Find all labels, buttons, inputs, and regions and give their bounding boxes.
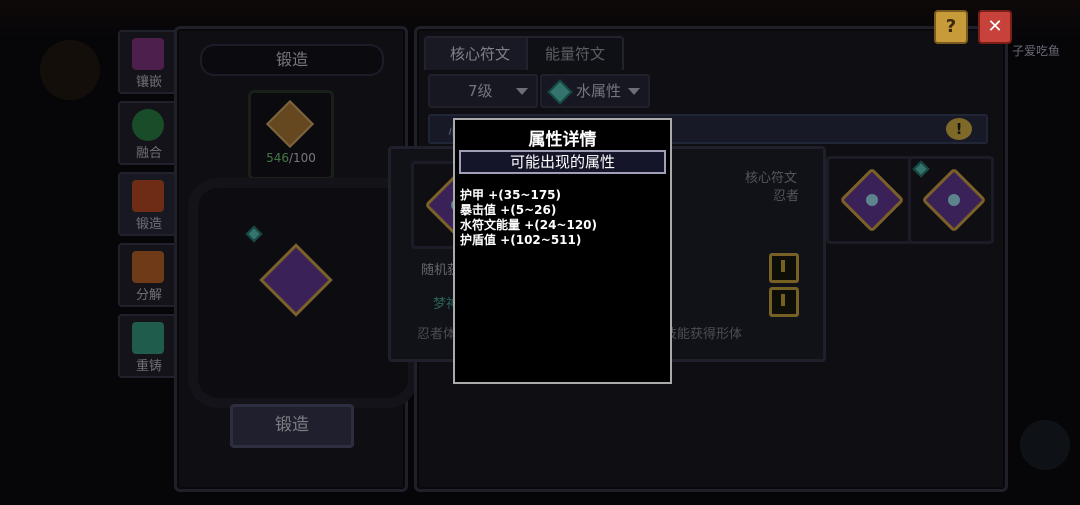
player-name: 子爱吃鱼 — [1012, 44, 1061, 58]
material-total: /100 — [288, 151, 316, 165]
vase-icon — [132, 38, 164, 70]
popup-title: 属性详情 — [528, 130, 597, 150]
material-current: 546 — [266, 151, 289, 165]
rune-card[interactable] — [826, 156, 912, 244]
element-value: 水属性 — [576, 82, 622, 100]
fusion-icon — [132, 109, 164, 141]
help-button[interactable]: ? — [934, 10, 968, 44]
rune-core — [945, 191, 963, 209]
crystal-icon — [132, 322, 164, 354]
side-tab-inlay[interactable]: 镶嵌 — [118, 30, 180, 94]
background-decoration — [1020, 420, 1070, 470]
attribute-detail-popup: 属性详情 可能出现的属性 护甲 +(35~175) 暴击值 +(5~26) 水符… — [453, 118, 672, 384]
popup-subtitle: 可能出现的属性 — [459, 150, 666, 174]
rune-icon — [839, 167, 905, 233]
side-tab-fusion[interactable]: 融合 — [118, 101, 180, 165]
anvil-icon — [132, 180, 164, 212]
water-element-icon — [547, 79, 573, 105]
side-tab-label: 重铸 — [135, 359, 162, 374]
forge-button[interactable]: 锻造 — [230, 404, 354, 448]
material-count: 546/100 — [251, 151, 331, 165]
chevron-down-icon — [628, 88, 640, 95]
rune-icon — [259, 243, 333, 317]
lock-icon[interactable] — [769, 253, 799, 283]
side-tab-label: 镶嵌 — [135, 75, 162, 90]
info-alert-icon[interactable]: ! — [946, 118, 972, 140]
rune-owner-label: 忍者 — [773, 189, 800, 204]
tab-core-rune[interactable]: 核心符文 — [424, 36, 536, 70]
side-tab-forge[interactable]: 锻造 — [118, 172, 180, 236]
side-tab-recast[interactable]: 重铸 — [118, 314, 180, 378]
close-button[interactable]: ✕ — [978, 10, 1012, 44]
rune-icon — [921, 167, 987, 233]
lock-icon[interactable] — [769, 287, 799, 317]
side-tab-label: 融合 — [135, 146, 162, 161]
material-icon — [265, 99, 315, 149]
element-gem-icon — [245, 225, 263, 243]
level-value: 7级 — [468, 82, 493, 100]
side-tab-decompose[interactable]: 分解 — [118, 243, 180, 307]
background-decoration — [40, 40, 100, 100]
attribute-line: 护盾值 +(102~511) — [460, 233, 582, 247]
tab-energy-rune[interactable]: 能量符文 — [526, 36, 624, 70]
decompose-icon — [132, 251, 164, 283]
element-gem-icon — [912, 160, 930, 178]
forge-title: 锻造 — [200, 44, 384, 76]
rune-core — [863, 191, 881, 209]
side-tab-label: 分解 — [135, 288, 162, 303]
forge-slot-frame[interactable] — [188, 178, 418, 408]
level-dropdown[interactable]: 7级 — [428, 74, 538, 108]
element-dropdown[interactable]: 水属性 — [540, 74, 650, 108]
chevron-down-icon — [516, 88, 528, 95]
rune-type-label: 核心符文 — [745, 171, 798, 186]
rune-card[interactable] — [908, 156, 994, 244]
side-tab-label: 锻造 — [135, 217, 162, 232]
material-slot[interactable]: 546/100 — [248, 90, 334, 180]
